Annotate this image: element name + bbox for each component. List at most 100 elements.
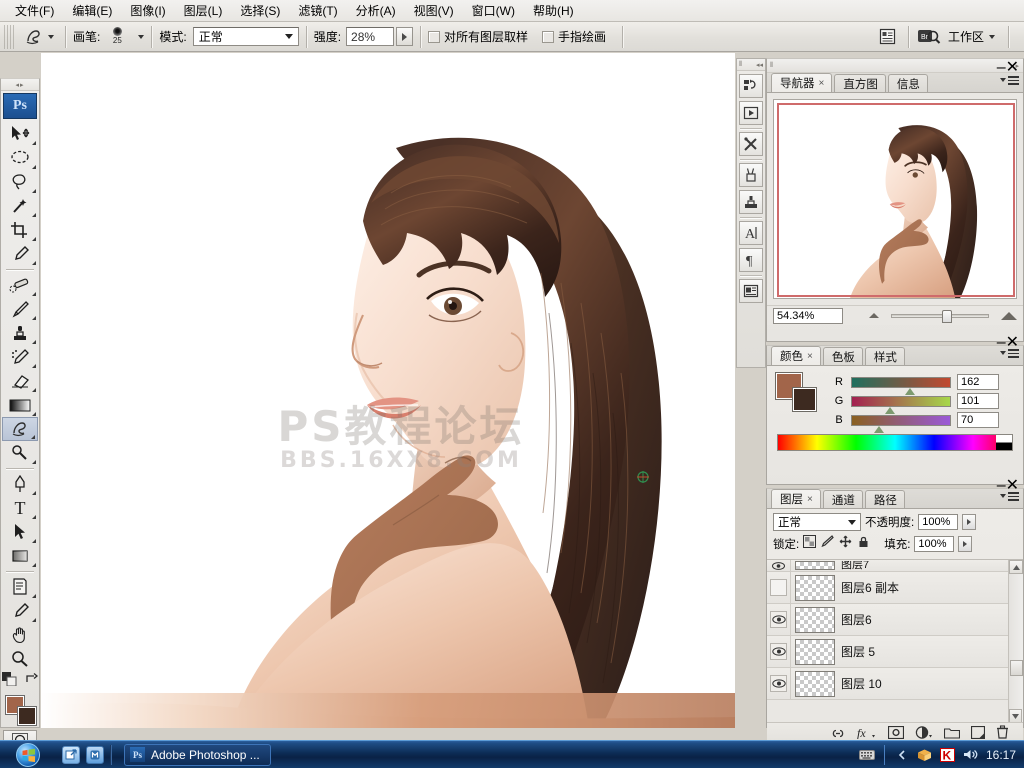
menu-edit[interactable]: 编辑(E): [63, 1, 121, 21]
swap-colors-icon[interactable]: [25, 672, 39, 691]
opacity-input[interactable]: 100%: [918, 514, 959, 530]
navigator-panel-titlebar[interactable]: ⦀ ▸▸: [767, 59, 1023, 73]
white-black-swatch[interactable]: [996, 435, 1012, 450]
zoom-tool[interactable]: [2, 647, 38, 671]
fill-input[interactable]: 100%: [914, 536, 955, 552]
table-row[interactable]: 图层 10: [767, 668, 1023, 700]
layer-thumbnail[interactable]: [795, 606, 835, 633]
layer-visibility-toggle[interactable]: [767, 572, 791, 603]
move-tool[interactable]: [2, 122, 38, 146]
tool-preset-picker[interactable]: [18, 24, 58, 50]
layer-thumbnail[interactable]: [795, 670, 835, 697]
brush-chevron-down-icon[interactable]: [138, 34, 145, 39]
brush-preset-preview[interactable]: 25: [100, 25, 134, 49]
lock-image-pixels-icon[interactable]: [821, 535, 834, 553]
foreground-background-colors[interactable]: [2, 693, 38, 727]
table-row[interactable]: 图层6 副本: [767, 572, 1023, 604]
layer-name[interactable]: 图层 10: [841, 675, 882, 692]
background-color-swatch[interactable]: [17, 706, 37, 726]
menu-select[interactable]: 选择(S): [231, 1, 289, 21]
tray-expand-icon[interactable]: [894, 747, 910, 763]
layers-list[interactable]: 图层7 图层6 副本 图层6 图层 5 图层 10: [767, 559, 1023, 722]
hand-tool[interactable]: [2, 623, 38, 647]
history-brush-tool[interactable]: [2, 345, 38, 369]
menu-window[interactable]: 窗口(W): [463, 1, 524, 21]
blue-value-input[interactable]: 70: [957, 412, 999, 428]
slider-thumb-icon[interactable]: [905, 387, 915, 395]
shape-tool[interactable]: [2, 544, 38, 568]
green-slider[interactable]: [851, 395, 951, 414]
tab-swatches[interactable]: 色板: [822, 347, 863, 365]
layer-visibility-toggle[interactable]: [767, 636, 791, 667]
tray-volume-icon[interactable]: [963, 747, 979, 763]
quicklaunch-icon-1[interactable]: [62, 745, 80, 764]
table-row[interactable]: 图层 5: [767, 636, 1023, 668]
layer-comps-panel-icon[interactable]: [739, 279, 763, 303]
magic-wand-tool[interactable]: [2, 194, 38, 218]
smudge-tool[interactable]: [2, 417, 38, 441]
quicklaunch-icon-2[interactable]: [86, 745, 104, 764]
menu-file[interactable]: 文件(F): [6, 1, 63, 21]
scroll-down-button[interactable]: [1009, 709, 1022, 722]
marquee-tool[interactable]: [2, 146, 38, 170]
sample-all-layers-checkbox[interactable]: 对所有图层取样: [428, 28, 528, 45]
green-value-input[interactable]: 101: [957, 393, 999, 409]
lock-position-icon[interactable]: [839, 535, 852, 553]
zoom-slider[interactable]: [891, 309, 989, 323]
color-swatch-pair[interactable]: [775, 372, 819, 412]
start-button[interactable]: [2, 742, 54, 768]
blend-mode-select[interactable]: 正常: [192, 27, 299, 46]
gradient-tool[interactable]: [2, 393, 38, 417]
zoom-slider-thumb[interactable]: [941, 309, 952, 323]
dock-header[interactable]: ⦀ ◂◂: [737, 59, 765, 71]
close-icon[interactable]: ×: [807, 351, 813, 362]
background-color-swatch[interactable]: [792, 387, 817, 412]
tab-paths[interactable]: 路径: [864, 490, 905, 508]
red-value-input[interactable]: 162: [957, 374, 999, 390]
menu-view[interactable]: 视图(V): [405, 1, 463, 21]
taskbar-clock[interactable]: 16:17: [986, 748, 1016, 762]
layers-panel-flyout-menu[interactable]: [1000, 492, 1019, 501]
slider-thumb-icon[interactable]: [874, 425, 884, 433]
layer-visibility-toggle[interactable]: [767, 560, 791, 572]
clone-stamp-tool[interactable]: [2, 321, 38, 345]
paragraph-panel-icon[interactable]: ¶: [739, 248, 763, 272]
tray-kaspersky-icon[interactable]: K: [940, 747, 956, 763]
character-panel-icon[interactable]: A: [739, 221, 763, 245]
color-spectrum-ramp[interactable]: [777, 434, 1013, 451]
tab-histogram[interactable]: 直方图: [834, 74, 886, 92]
layer-thumbnail[interactable]: [795, 561, 835, 570]
workspace-button[interactable]: 工作区: [942, 25, 1001, 48]
default-colors-icon[interactable]: [1, 672, 17, 691]
dodge-tool[interactable]: [2, 441, 38, 465]
tray-keyboard-icon[interactable]: [858, 747, 875, 763]
strength-input[interactable]: 28%: [346, 27, 395, 46]
path-selection-tool[interactable]: [2, 520, 38, 544]
menu-filter[interactable]: 滤镜(T): [289, 1, 346, 21]
tab-info[interactable]: 信息: [887, 74, 928, 92]
layer-name[interactable]: 图层6: [841, 611, 872, 628]
navigator-panel-menu[interactable]: –✕: [997, 57, 1019, 77]
tool-presets-panel-icon[interactable]: [739, 132, 763, 156]
options-bar-grip[interactable]: [4, 24, 14, 49]
lock-transparent-pixels-icon[interactable]: [803, 535, 817, 553]
menu-image[interactable]: 图像(I): [121, 1, 174, 21]
type-tool[interactable]: T: [2, 496, 38, 520]
slider-thumb-icon[interactable]: [885, 406, 895, 414]
layer-name[interactable]: 图层7: [841, 561, 869, 570]
menu-analysis[interactable]: 分析(A): [347, 1, 405, 21]
table-row[interactable]: 图层7: [767, 560, 1023, 572]
layer-visibility-toggle[interactable]: [767, 604, 791, 635]
palette-toggle-icon[interactable]: [875, 25, 901, 49]
finger-painting-checkbox[interactable]: 手指绘画: [542, 28, 606, 45]
navigator-thumbnail[interactable]: [773, 99, 1017, 299]
zoom-in-icon[interactable]: [1001, 311, 1017, 320]
tools-panel-grip[interactable]: ◂▸: [1, 79, 39, 91]
color-panel-flyout-menu[interactable]: [1000, 349, 1019, 358]
layer-blend-mode-select[interactable]: 正常: [773, 513, 861, 531]
scrollbar-thumb[interactable]: [1010, 660, 1023, 676]
notes-tool[interactable]: [2, 575, 38, 599]
healing-brush-tool[interactable]: [2, 273, 38, 297]
eraser-tool[interactable]: [2, 369, 38, 393]
navigator-panel-flyout-menu[interactable]: [1000, 76, 1019, 85]
